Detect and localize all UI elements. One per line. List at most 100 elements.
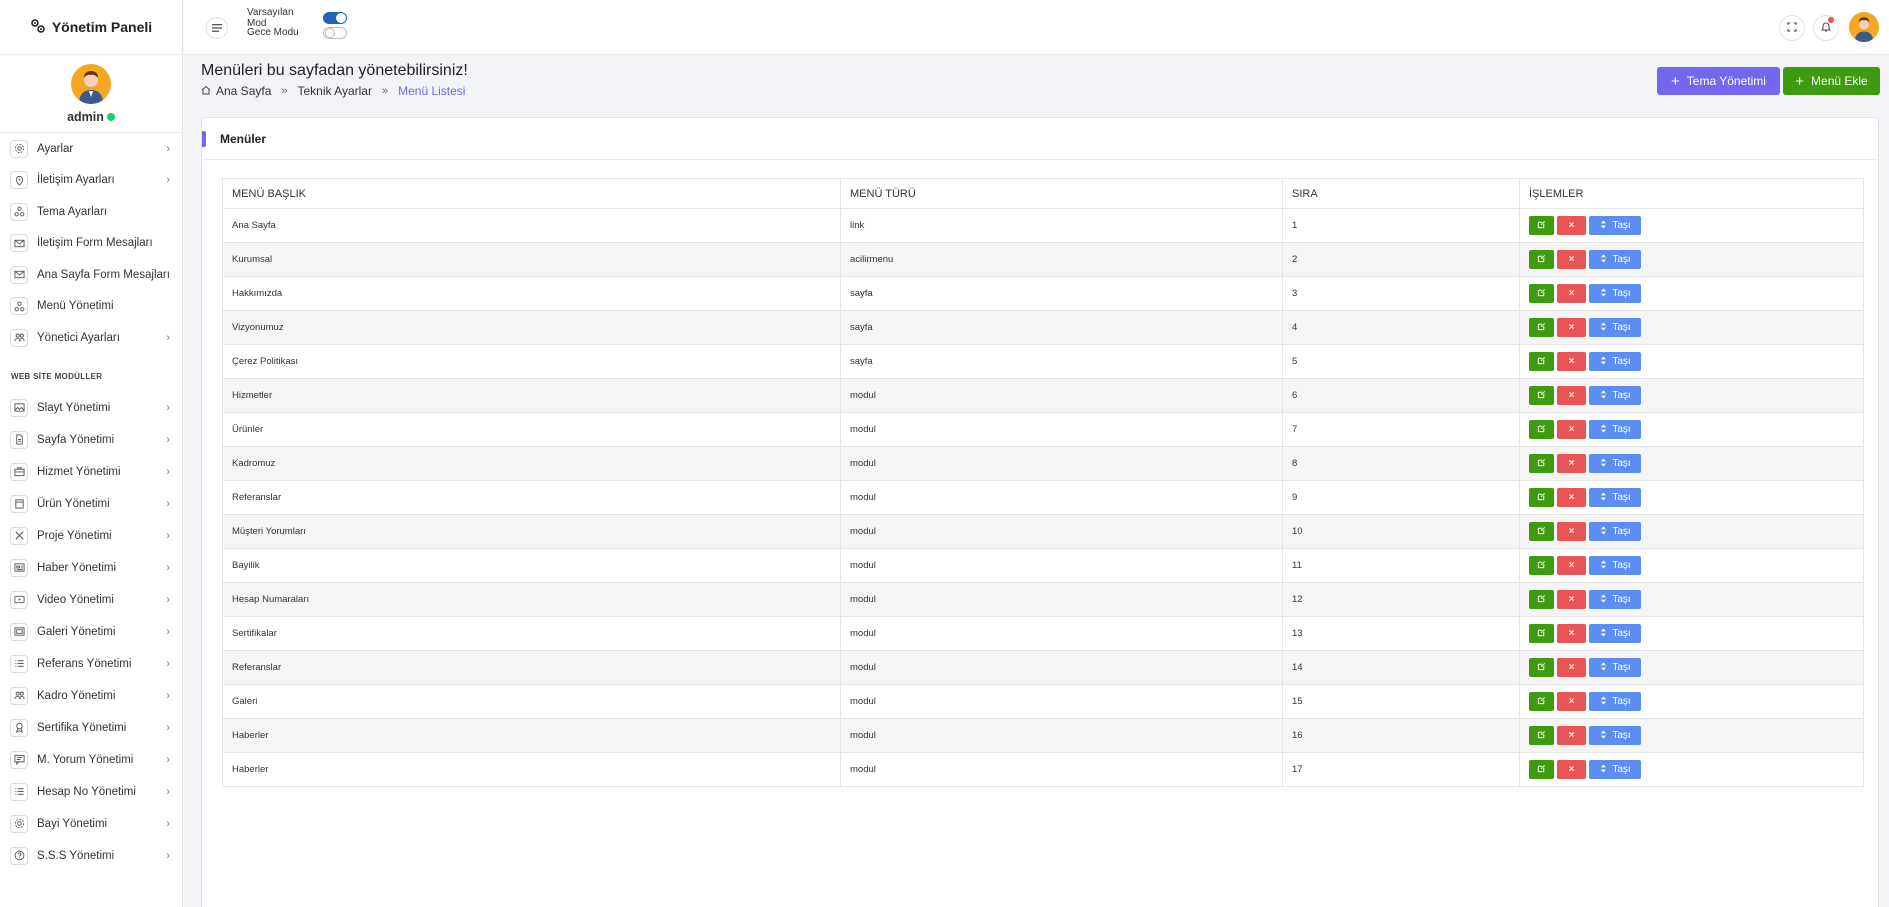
delete-button[interactable]: × — [1557, 590, 1586, 609]
column-header-title[interactable]: MENÜ BAŞLIK — [222, 178, 841, 209]
edit-button[interactable] — [1529, 624, 1554, 643]
sidebar-item-bayi-yönetimi[interactable]: Bayi Yönetimi › — [0, 808, 182, 840]
delete-button[interactable]: × — [1557, 692, 1586, 711]
fullscreen-button[interactable] — [1779, 15, 1805, 41]
edit-button[interactable] — [1529, 726, 1554, 745]
sidebar-item-ayarlar[interactable]: Ayarlar › — [0, 133, 182, 165]
menu-toggle-button[interactable] — [206, 17, 228, 39]
move-button[interactable]: Taşı — [1589, 726, 1641, 745]
brand[interactable]: Yönetim Paneli — [0, 0, 182, 55]
cell-menu-order: 3 — [1282, 276, 1520, 311]
sidebar-item-hesap-no-yönetimi[interactable]: Hesap No Yönetimi › — [0, 776, 182, 808]
sidebar-item-s-s-s-yönetimi[interactable]: S.S.S Yönetimi › — [0, 840, 182, 872]
move-button[interactable]: Taşı — [1589, 590, 1641, 609]
edit-button[interactable] — [1529, 590, 1554, 609]
delete-button[interactable]: × — [1557, 488, 1586, 507]
default-mode-toggle[interactable] — [323, 11, 347, 24]
move-button[interactable]: Taşı — [1589, 658, 1641, 677]
edit-button[interactable] — [1529, 760, 1554, 779]
move-button[interactable]: Taşı — [1589, 624, 1641, 643]
move-button[interactable]: Taşı — [1589, 488, 1641, 507]
delete-button[interactable]: × — [1557, 420, 1586, 439]
edit-button[interactable] — [1529, 692, 1554, 711]
delete-button[interactable]: × — [1557, 352, 1586, 371]
sidebar-item-tema-ayarları[interactable]: Tema Ayarları — [0, 196, 182, 228]
sidebar-item-haber-yönetimi[interactable]: Haber Yönetimi › — [0, 552, 182, 584]
sidebar-item-sayfa-yönetimi[interactable]: Sayfa Yönetimi › — [0, 424, 182, 456]
delete-button[interactable]: × — [1557, 386, 1586, 405]
table-row: Referanslar modul 14 × Taşı — [222, 650, 1864, 685]
sidebar-item-menü-yönetimi[interactable]: Menü Yönetimi — [0, 291, 182, 323]
sidebar-item-yönetici-ayarları[interactable]: Yönetici Ayarları › — [0, 322, 182, 354]
column-header-type[interactable]: MENÜ TÜRÜ — [840, 178, 1283, 209]
delete-button[interactable]: × — [1557, 216, 1586, 235]
topbar-avatar[interactable] — [1849, 12, 1879, 42]
edit-button[interactable] — [1529, 522, 1554, 541]
breadcrumb-technical-settings[interactable]: Teknik Ayarlar — [298, 84, 372, 98]
sidebar-item-referans-yönetimi[interactable]: Referans Yönetimi › — [0, 648, 182, 680]
move-button[interactable]: Taşı — [1589, 352, 1641, 371]
move-button[interactable]: Taşı — [1589, 692, 1641, 711]
move-button[interactable]: Taşı — [1589, 216, 1641, 235]
edit-button[interactable] — [1529, 284, 1554, 303]
delete-button[interactable]: × — [1557, 454, 1586, 473]
sidebar-item-label: Yönetici Ayarları — [37, 331, 120, 344]
sidebar-item-m-yorum-yönetimi[interactable]: M. Yorum Yönetimi › — [0, 744, 182, 776]
column-header-order[interactable]: SIRA — [1282, 178, 1520, 209]
delete-button[interactable]: × — [1557, 658, 1586, 677]
delete-button[interactable]: × — [1557, 760, 1586, 779]
delete-button[interactable]: × — [1557, 250, 1586, 269]
move-button[interactable]: Taşı — [1589, 522, 1641, 541]
delete-button[interactable]: × — [1557, 284, 1586, 303]
move-button[interactable]: Taşı — [1589, 386, 1641, 405]
edit-icon — [1537, 628, 1546, 640]
sidebar-item-ana-sayfa-form-mesajları[interactable]: Ana Sayfa Form Mesajları — [0, 259, 182, 291]
edit-button[interactable] — [1529, 556, 1554, 575]
close-icon: × — [1568, 764, 1575, 775]
move-button[interactable]: Taşı — [1589, 760, 1641, 779]
avatar[interactable] — [71, 63, 111, 104]
sidebar-item-slayt-yönetimi[interactable]: Slayt Yönetimi › — [0, 392, 182, 424]
move-button[interactable]: Taşı — [1589, 318, 1641, 337]
delete-button[interactable]: × — [1557, 556, 1586, 575]
edit-button[interactable] — [1529, 318, 1554, 337]
edit-button[interactable] — [1529, 488, 1554, 507]
night-mode-toggle[interactable] — [323, 26, 347, 39]
cell-menu-title: Haberler — [222, 718, 841, 753]
add-menu-button[interactable]: + Menü Ekle — [1783, 67, 1880, 95]
move-button[interactable]: Taşı — [1589, 284, 1641, 303]
sidebar-item-video-yönetimi[interactable]: Video Yönetimi › — [0, 584, 182, 616]
edit-button[interactable] — [1529, 216, 1554, 235]
sidebar-item-i-letişim-ayarları[interactable]: İletişim Ayarları › — [0, 165, 182, 197]
theme-management-button[interactable]: + Tema Yönetimi — [1657, 67, 1780, 95]
breadcrumb-home[interactable]: Ana Sayfa — [216, 84, 271, 98]
edit-button[interactable] — [1529, 250, 1554, 269]
close-icon: × — [1568, 458, 1575, 469]
cell-actions: × Taşı — [1519, 276, 1864, 311]
brand-title: Yönetim Paneli — [51, 19, 153, 35]
sidebar-item-i-letişim-form-mesajları[interactable]: İletişim Form Mesajları — [0, 228, 182, 260]
edit-button[interactable] — [1529, 420, 1554, 439]
move-button[interactable]: Taşı — [1589, 454, 1641, 473]
sidebar-item-kadro-yönetimi[interactable]: Kadro Yönetimi › — [0, 680, 182, 712]
edit-button[interactable] — [1529, 352, 1554, 371]
sidebar-item-ürün-yönetimi[interactable]: Ürün Yönetimi › — [0, 488, 182, 520]
chevron-right-icon: › — [166, 657, 170, 670]
delete-button[interactable]: × — [1557, 318, 1586, 337]
delete-button[interactable]: × — [1557, 624, 1586, 643]
sidebar-item-hizmet-yönetimi[interactable]: Hizmet Yönetimi › — [0, 456, 182, 488]
delete-button[interactable]: × — [1557, 522, 1586, 541]
move-button[interactable]: Taşı — [1589, 250, 1641, 269]
cell-menu-order: 7 — [1282, 412, 1520, 447]
cell-menu-type: modul — [840, 650, 1283, 685]
edit-button[interactable] — [1529, 386, 1554, 405]
sidebar-item-galeri-yönetimi[interactable]: Galeri Yönetimi › — [0, 616, 182, 648]
sidebar-item-proje-yönetimi[interactable]: Proje Yönetimi › — [0, 520, 182, 552]
move-button[interactable]: Taşı — [1589, 420, 1641, 439]
edit-button[interactable] — [1529, 658, 1554, 677]
move-button[interactable]: Taşı — [1589, 556, 1641, 575]
sidebar-item-sertifika-yönetimi[interactable]: Sertifika Yönetimi › — [0, 712, 182, 744]
edit-button[interactable] — [1529, 454, 1554, 473]
delete-button[interactable]: × — [1557, 726, 1586, 745]
notifications-button[interactable] — [1813, 15, 1839, 41]
